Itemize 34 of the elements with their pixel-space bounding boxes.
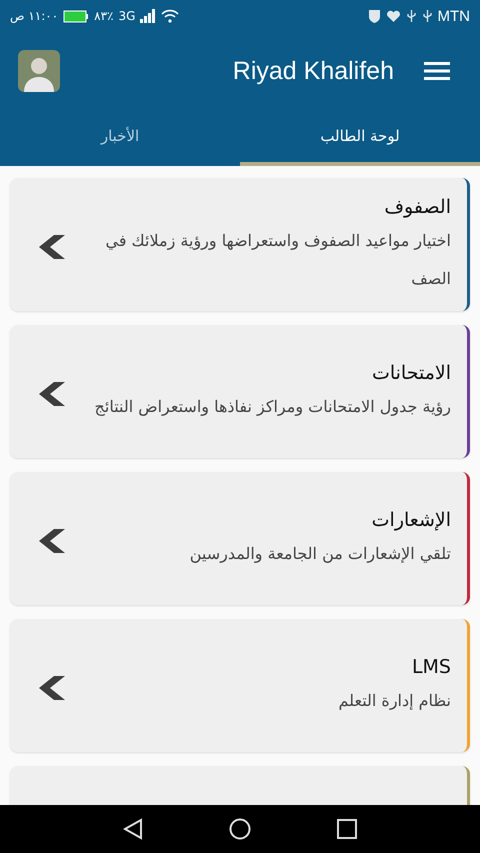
card-title: الصفوف (383, 196, 451, 218)
battery-percent: ٨٣٪ (94, 9, 114, 23)
user-name: Riyad Khalifeh (232, 56, 394, 86)
chevron-icon (38, 380, 66, 408)
menu-card[interactable]: الصفوف اختيار مواعيد الصفوف واستعراضها ورؤية زملائك في الصف (10, 178, 470, 311)
chevron-icon (38, 526, 66, 554)
card-title: الامتحانات (370, 362, 451, 384)
usb-icon (422, 9, 432, 23)
clock-text: ١١:٠٠ ص (10, 9, 58, 23)
card-title: LMS (410, 656, 451, 678)
back-icon[interactable] (123, 818, 143, 840)
shield-icon (368, 8, 380, 24)
heart-icon (386, 10, 400, 22)
menu-icon[interactable] (424, 61, 450, 81)
card-description: رؤية جدول الامتحانات ومراكز نفاذها واستعراض النتائج (94, 396, 451, 418)
menu-card[interactable]: الإشعارات تلقي الإشعارات من الجامعة والمدرسين (10, 472, 470, 605)
card-title: الإشعارات (370, 508, 451, 530)
card-description: نظام إدارة التعلم (338, 690, 451, 712)
avatar[interactable] (18, 50, 60, 92)
recents-icon[interactable] (337, 819, 357, 839)
battery-icon (63, 10, 90, 22)
card-description: اختيار مواعيد الصفوف واستعراضها ورؤية زملائك في الصف (104, 230, 451, 290)
signal-icon (140, 9, 156, 23)
chevron-icon (38, 674, 66, 702)
carrier-name: MTN (438, 8, 470, 24)
chevron-icon (38, 232, 66, 260)
tab[interactable]: الأخبار (0, 110, 240, 166)
wifi-icon (161, 9, 180, 23)
menu-card[interactable]: الامتحانات رؤية جدول الامتحانات ومراكز نفاذها واستعراض النتائج (10, 325, 470, 458)
network-type: 3G (118, 9, 136, 23)
home-icon[interactable] (229, 818, 251, 840)
card-description: تلقي الإشعارات من الجامعة والمدرسين (188, 542, 451, 565)
usb-icon (406, 9, 416, 23)
tab[interactable]: لوحة الطالب (240, 110, 480, 166)
